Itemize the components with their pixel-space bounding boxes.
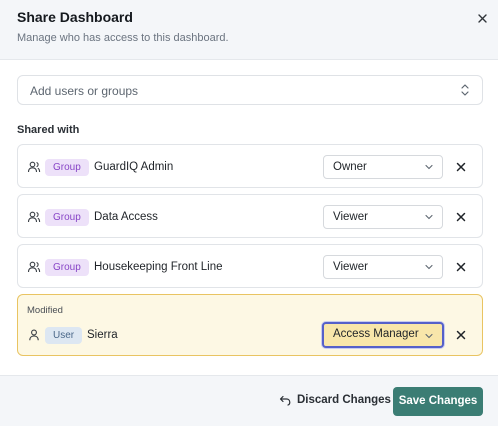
group-icon [27,211,41,223]
add-users-placeholder: Add users or groups [30,84,139,98]
group-icon [27,161,41,173]
entry-name: Sierra [87,329,118,341]
chevron-down-icon [425,264,433,270]
group-badge: Group [45,258,89,276]
role-value: Access Manager [333,328,419,340]
add-users-input[interactable]: Add users or groups [17,75,483,105]
share-row-modified: Modified User Sierra Access Manager [17,294,483,356]
remove-icon[interactable] [455,161,467,173]
user-icon [29,329,39,341]
modified-label: Modified [27,305,63,316]
group-badge: Group [45,208,89,226]
shared-with-heading: Shared with [17,124,80,136]
dialog-title: Share Dashboard [17,9,133,25]
group-icon [27,261,41,273]
user-badge: User [45,326,83,344]
role-value: Viewer [333,261,368,273]
share-row: Group GuardIQ Admin Owner [17,144,483,188]
entry-name: GuardIQ Admin [94,161,174,173]
remove-icon[interactable] [455,211,467,223]
save-changes-button[interactable]: Save Changes [393,387,483,416]
chevron-down-icon [425,164,433,170]
dialog-header: Share Dashboard Manage who has access to… [0,0,498,60]
share-row: Group Housekeeping Front Line Viewer [17,244,483,288]
role-select[interactable]: Owner [323,155,443,179]
discard-changes-button[interactable]: Discard Changes [279,394,391,406]
chevron-down-icon [425,333,433,339]
role-value: Viewer [333,211,368,223]
share-row: Group Data Access Viewer [17,194,483,238]
dialog-footer: Discard Changes Save Changes [0,375,498,426]
role-select[interactable]: Access Manager [322,322,444,348]
entry-name: Data Access [94,211,158,223]
role-select[interactable]: Viewer [323,205,443,229]
remove-icon[interactable] [455,329,467,341]
chevron-up-down-icon [461,84,469,96]
remove-icon[interactable] [455,261,467,273]
chevron-down-icon [425,214,433,220]
role-select[interactable]: Viewer [323,255,443,279]
group-badge: Group [45,158,89,176]
dialog-subtitle: Manage who has access to this dashboard. [17,32,229,44]
entry-name: Housekeeping Front Line [94,261,223,273]
close-icon[interactable] [474,10,490,26]
role-value: Owner [333,161,367,173]
undo-icon [279,395,291,406]
discard-changes-label: Discard Changes [297,394,391,406]
